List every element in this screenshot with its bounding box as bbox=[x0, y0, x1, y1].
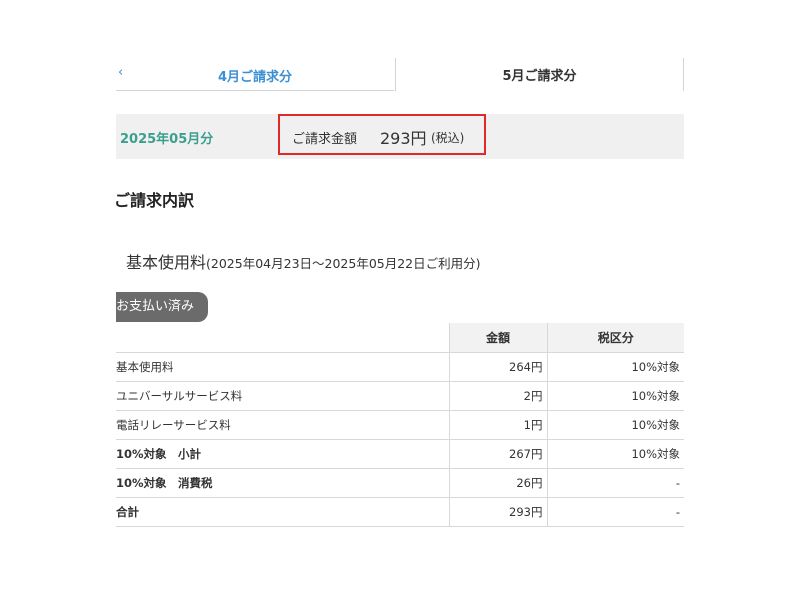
row-amount: 2円 bbox=[448, 381, 547, 411]
billing-breakdown-table: 金額 税区分 基本使用料 264円 10%対象 ユニバーサルサービス料 2円 1… bbox=[116, 323, 684, 527]
tab-previous-month[interactable]: ‹ 4月ご請求分 bbox=[116, 58, 394, 91]
section-title: ご請求内訳 bbox=[114, 191, 195, 210]
table-row: 基本使用料 264円 10%対象 bbox=[116, 352, 684, 382]
status-badge: お支払い済み bbox=[116, 292, 208, 322]
row-amount: 264円 bbox=[448, 352, 547, 382]
column-header-amount: 金額 bbox=[448, 323, 547, 353]
tab-current-month: 5月ご請求分 bbox=[395, 58, 684, 91]
billing-month: 2025年05月分 bbox=[120, 132, 214, 147]
row-tax-category: - bbox=[546, 497, 684, 527]
row-amount: 1円 bbox=[448, 410, 547, 440]
row-item-name: 合計 bbox=[116, 497, 449, 527]
table-row: ユニバーサルサービス料 2円 10%対象 bbox=[116, 381, 684, 411]
row-item-name: 基本使用料 bbox=[116, 352, 449, 382]
row-item-name: 10%対象 小計 bbox=[116, 439, 449, 469]
row-amount: 293円 bbox=[448, 497, 547, 527]
row-tax-category: 10%対象 bbox=[546, 352, 684, 382]
column-header-item bbox=[116, 323, 449, 353]
row-item-name: ユニバーサルサービス料 bbox=[116, 381, 449, 411]
row-item-name: 10%対象 消費税 bbox=[116, 468, 449, 498]
row-amount: 26円 bbox=[448, 468, 547, 498]
row-tax-category: 10%対象 bbox=[546, 410, 684, 440]
item-name: 基本使用料 bbox=[126, 253, 207, 272]
row-amount: 267円 bbox=[448, 439, 547, 469]
billing-amount-highlight: ご請求金額 293円 (税込) bbox=[278, 114, 486, 155]
tax-included-note: (税込) bbox=[431, 131, 465, 145]
item-heading: 基本使用料(2025年04月23日〜2025年05月22日ご利用分) bbox=[126, 249, 481, 273]
table-row: 10%対象 小計 267円 10%対象 bbox=[116, 439, 684, 469]
billing-summary-bar: 2025年05月分 ご請求金額 293円 (税込) bbox=[116, 114, 684, 159]
table-row: 合計 293円 - bbox=[116, 497, 684, 527]
billing-amount-label: ご請求金額 bbox=[292, 132, 358, 147]
billing-page: ‹ 4月ご請求分 5月ご請求分 2025年05月分 ご請求金額 293円 (税込… bbox=[0, 0, 800, 600]
table-row: 10%対象 消費税 26円 - bbox=[116, 468, 684, 498]
row-item-name: 電話リレーサービス料 bbox=[116, 410, 449, 440]
month-tabs: ‹ 4月ご請求分 5月ご請求分 bbox=[116, 58, 684, 91]
billing-amount-value: 293円 bbox=[380, 129, 427, 148]
row-tax-category: 10%対象 bbox=[546, 439, 684, 469]
column-header-tax-category: 税区分 bbox=[546, 323, 684, 353]
usage-period: (2025年04月23日〜2025年05月22日ご利用分) bbox=[206, 256, 481, 271]
row-tax-category: - bbox=[546, 468, 684, 498]
table-row: 電話リレーサービス料 1円 10%対象 bbox=[116, 410, 684, 440]
row-tax-category: 10%対象 bbox=[546, 381, 684, 411]
tab-current-month-label: 5月ご請求分 bbox=[502, 69, 577, 84]
tab-previous-month-label[interactable]: 4月ご請求分 bbox=[116, 66, 394, 85]
table-header-row: 金額 税区分 bbox=[116, 323, 684, 353]
